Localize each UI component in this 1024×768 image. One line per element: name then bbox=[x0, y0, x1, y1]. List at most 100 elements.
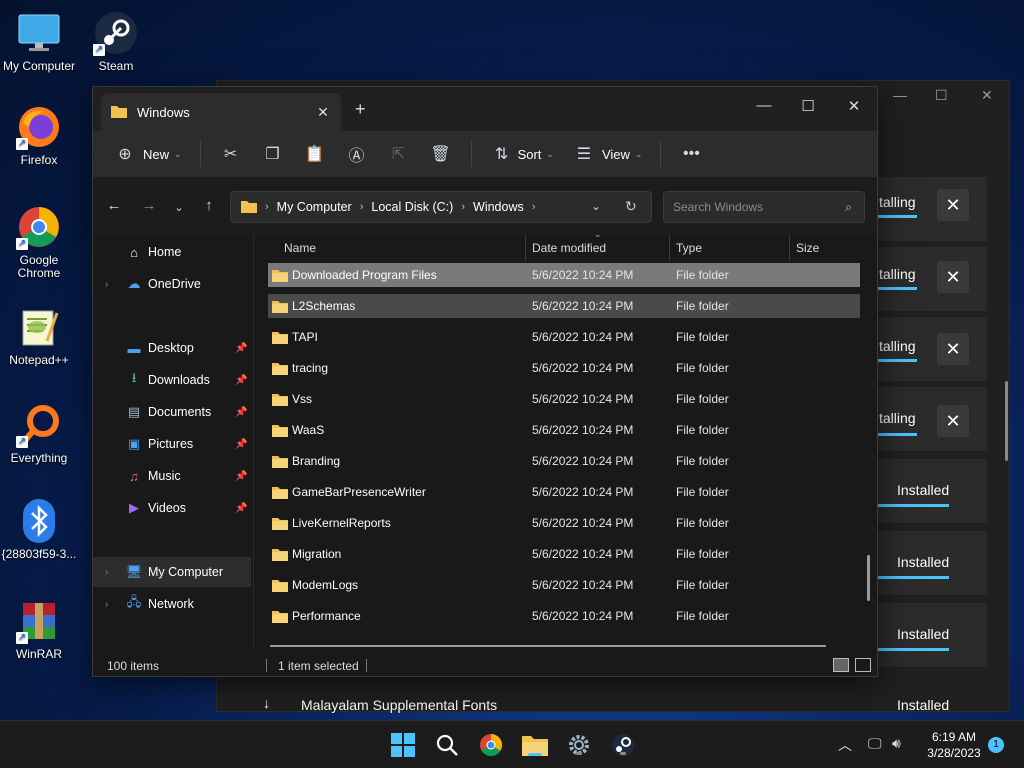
table-row[interactable]: ModemLogs 5/6/2022 10:24 PM File folder bbox=[268, 573, 860, 597]
desktop-icon-google-chrome[interactable]: ↗ Google Chrome bbox=[0, 204, 78, 280]
table-row[interactable]: WaaS 5/6/2022 10:24 PM File folder bbox=[268, 418, 860, 442]
volume-icon[interactable]: 🔊︎ bbox=[892, 735, 901, 752]
pin-icon[interactable]: 📌 bbox=[235, 343, 247, 354]
details-view-button[interactable] bbox=[833, 658, 849, 672]
forward-arrow-icon[interactable]: → bbox=[137, 197, 161, 214]
column-separator[interactable] bbox=[669, 235, 670, 261]
desktop-icon-winrar[interactable]: ↗ WinRAR bbox=[0, 598, 78, 661]
more-options-button[interactable]: ••• bbox=[679, 142, 703, 166]
table-row[interactable]: Performance 5/6/2022 10:24 PM File folder bbox=[268, 604, 860, 628]
maximize-icon[interactable]: ☐ bbox=[935, 87, 948, 104]
minimize-icon[interactable]: — bbox=[749, 97, 779, 114]
cancel-install-button[interactable]: ✕ bbox=[937, 333, 969, 365]
table-row[interactable]: Vss 5/6/2022 10:24 PM File folder bbox=[268, 387, 860, 411]
taskbar-settings[interactable] bbox=[564, 731, 594, 759]
sidebar-item-network[interactable]: › 🖧 Network bbox=[93, 589, 251, 619]
desktop-icon-firefox[interactable]: ↗ Firefox bbox=[0, 104, 78, 167]
show-hidden-icons-chevron-icon[interactable]: ︿ bbox=[838, 735, 852, 755]
notification-badge[interactable]: 1 bbox=[988, 737, 1004, 753]
view-button[interactable]: ☰ View ⌄ bbox=[572, 142, 643, 166]
sort-button[interactable]: ⇅ Sort ⌄ bbox=[490, 142, 554, 166]
vertical-scrollbar-thumb[interactable] bbox=[867, 555, 870, 601]
desktop-icon-bluetooth[interactable]: {28803f59-3... bbox=[0, 498, 78, 561]
column-header-size[interactable]: Size bbox=[796, 241, 819, 255]
up-arrow-icon[interactable]: ↑ bbox=[197, 197, 221, 214]
sidebar-item-home[interactable]: ⌂ Home bbox=[93, 237, 251, 267]
address-dropdown-icon[interactable]: ⌄ bbox=[591, 199, 601, 213]
cancel-install-button[interactable]: ✕ bbox=[937, 261, 969, 293]
sidebar-item-pictures[interactable]: ▣ Pictures 📌 bbox=[93, 429, 251, 459]
taskbar-chrome[interactable] bbox=[476, 731, 506, 759]
sidebar-item-desktop[interactable]: ▬ Desktop 📌 bbox=[93, 333, 251, 363]
desktop-icon-steam[interactable]: ↗ Steam bbox=[77, 10, 155, 73]
start-button[interactable] bbox=[388, 731, 418, 759]
chevron-right-icon[interactable]: › bbox=[105, 279, 108, 290]
breadcrumb-windows[interactable]: Windows bbox=[473, 200, 524, 214]
pin-icon[interactable]: 📌 bbox=[235, 471, 247, 482]
minimize-icon[interactable]: — bbox=[893, 87, 907, 103]
sidebar-item-videos[interactable]: ▶ Videos 📌 bbox=[93, 493, 251, 523]
taskbar-file-explorer[interactable] bbox=[520, 731, 550, 759]
table-row[interactable]: Downloaded Program Files 5/6/2022 10:24 P… bbox=[268, 263, 860, 287]
firefox-icon: ↗ bbox=[16, 104, 62, 150]
sidebar-item-my-computer[interactable]: › 🖥 My Computer bbox=[93, 557, 251, 587]
table-row[interactable]: Migration 5/6/2022 10:24 PM File folder bbox=[268, 542, 860, 566]
column-separator[interactable] bbox=[789, 235, 790, 261]
taskbar-steam[interactable] bbox=[608, 731, 638, 759]
close-icon[interactable]: ✕ bbox=[839, 97, 869, 115]
cancel-install-button[interactable]: ✕ bbox=[937, 189, 969, 221]
column-header-type[interactable]: Type bbox=[676, 241, 702, 255]
desktop-icon-everything[interactable]: ↗ Everything bbox=[0, 402, 78, 465]
recent-locations-chevron-icon[interactable]: ⌄ bbox=[167, 201, 191, 214]
close-tab-icon[interactable]: ✕ bbox=[311, 104, 335, 121]
column-header-date[interactable]: Date modified bbox=[532, 241, 606, 255]
network-icon[interactable]: 🖵 bbox=[868, 735, 882, 752]
install-progress bbox=[877, 576, 949, 579]
cancel-install-button[interactable]: ✕ bbox=[937, 405, 969, 437]
column-separator[interactable] bbox=[525, 235, 526, 261]
file-explorer-window[interactable]: Windows ✕ + — ☐ ✕ ⊕ New ⌄ ✂ ❐ 📋 Ⓐ ⇱ 🗑 ⇅ … bbox=[92, 86, 878, 677]
pin-icon[interactable]: 📌 bbox=[235, 375, 247, 386]
system-clock[interactable]: 6:19 AM 3/28/2023 bbox=[922, 729, 986, 761]
pin-icon[interactable]: 📌 bbox=[235, 503, 247, 514]
chevron-right-icon[interactable]: › bbox=[105, 599, 108, 610]
sidebar-item-documents[interactable]: ▤ Documents 📌 bbox=[93, 397, 251, 427]
column-header-name[interactable]: Name bbox=[284, 241, 316, 255]
pin-icon[interactable]: 📌 bbox=[235, 407, 247, 418]
refresh-icon[interactable]: ↻ bbox=[625, 198, 637, 215]
scrollbar-thumb[interactable] bbox=[1005, 381, 1008, 461]
desktop-icon-my-computer[interactable]: My Computer bbox=[0, 10, 78, 73]
new-button[interactable]: ⊕ New ⌄ bbox=[113, 142, 181, 166]
horizontal-scrollbar-thumb[interactable] bbox=[270, 645, 826, 647]
search-input[interactable]: Search Windows ⌕ bbox=[663, 191, 865, 223]
table-row[interactable]: Branding 5/6/2022 10:24 PM File folder bbox=[268, 449, 860, 473]
sidebar-item-onedrive[interactable]: › ☁ OneDrive bbox=[93, 269, 251, 299]
cut-button[interactable]: ✂ bbox=[219, 142, 243, 166]
table-row[interactable]: L2Schemas 5/6/2022 10:24 PM File folder bbox=[268, 294, 860, 318]
desktop-icon-notepadpp[interactable]: Notepad++ bbox=[0, 304, 78, 367]
close-icon[interactable]: ✕ bbox=[981, 87, 993, 104]
maximize-icon[interactable]: ☐ bbox=[793, 97, 823, 115]
breadcrumb-my-computer[interactable]: My Computer bbox=[277, 200, 352, 214]
table-row[interactable]: TAPI 5/6/2022 10:24 PM File folder bbox=[268, 325, 860, 349]
copy-button[interactable]: ❐ bbox=[261, 142, 285, 166]
paste-button[interactable]: 📋 bbox=[303, 142, 327, 166]
delete-button[interactable]: 🗑 bbox=[429, 142, 453, 166]
tiles-view-button[interactable] bbox=[855, 658, 871, 672]
pin-icon[interactable]: 📌 bbox=[235, 439, 247, 450]
sidebar-item-music[interactable]: ♫ Music 📌 bbox=[93, 461, 251, 491]
table-row[interactable]: GameBarPresenceWriter 5/6/2022 10:24 PM Fi… bbox=[268, 480, 860, 504]
sidebar-item-downloads[interactable]: ⭳ Downloads 📌 bbox=[93, 365, 251, 395]
tab-windows[interactable]: Windows ✕ bbox=[101, 93, 341, 131]
chevron-right-icon[interactable]: › bbox=[105, 567, 108, 578]
table-row[interactable]: LiveKernelReports 5/6/2022 10:24 PM File f… bbox=[268, 511, 860, 535]
title-bar[interactable]: Windows ✕ + — ☐ ✕ bbox=[93, 87, 877, 131]
breadcrumb-local-disk[interactable]: Local Disk (C:) bbox=[371, 200, 453, 214]
share-button[interactable]: ⇱ bbox=[387, 142, 411, 166]
rename-button[interactable]: Ⓐ bbox=[345, 142, 369, 166]
address-bar[interactable]: › My Computer › Local Disk (C:) › Window… bbox=[230, 191, 652, 223]
taskbar-search-button[interactable] bbox=[432, 731, 462, 759]
back-arrow-icon[interactable]: ← bbox=[102, 197, 126, 214]
new-tab-icon[interactable]: + bbox=[355, 99, 366, 120]
table-row[interactable]: tracing 5/6/2022 10:24 PM File folder bbox=[268, 356, 860, 380]
